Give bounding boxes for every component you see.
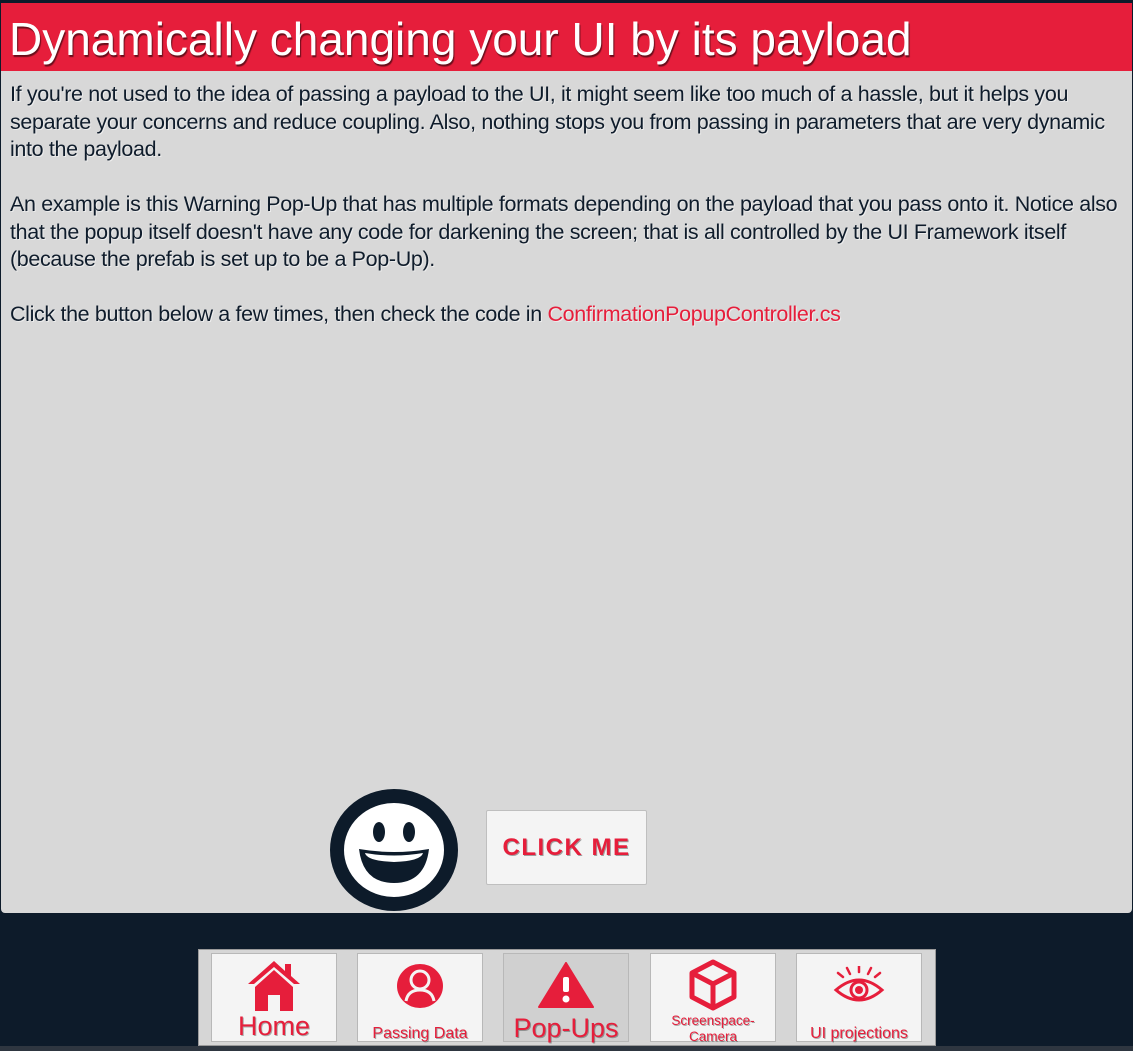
nav-screenspace-camera-label: Screenspace- Camera <box>651 1013 775 1045</box>
app-window: Dynamically changing your UI by its payl… <box>0 0 1133 1051</box>
paragraph-warning-popup-example: An example is this Warning Pop-Up that h… <box>10 192 1118 271</box>
nav-popups-button[interactable]: Pop-Ups <box>503 953 629 1043</box>
house-icon <box>248 961 300 1011</box>
click-instruction-text: Click the button below a few times, then… <box>10 302 548 326</box>
smiley-left-eye <box>373 822 385 842</box>
nav-popups-label: Pop-Ups <box>513 1013 619 1043</box>
bottom-navigation-bar: Home Passing Data Pop-Ups Screenspace- C… <box>198 949 936 1046</box>
smiley-right-eye <box>403 822 415 842</box>
bottom-edge-strip <box>0 1046 1133 1051</box>
nav-screenspace-label-line2: Camera <box>688 1029 737 1044</box>
warning-icon <box>538 962 594 1008</box>
nav-passing-data-label: Passing Data <box>372 1025 468 1042</box>
nav-screenspace-camera-button[interactable]: Screenspace- Camera <box>650 953 776 1045</box>
nav-home-label: Home <box>237 1011 311 1041</box>
nav-screenspace-label-line1: Screenspace- <box>671 1013 755 1028</box>
user-icon <box>397 964 443 1008</box>
paragraph-click-instruction: Click the button below a few times, then… <box>10 301 1123 329</box>
smiley-face-outline <box>330 789 458 911</box>
page-title: Dynamically changing your UI by its payl… <box>9 13 912 65</box>
nav-ui-projections-label: UI projections <box>810 1025 908 1042</box>
nav-home-button[interactable]: Home <box>211 953 337 1042</box>
paragraph-payload-intro: If you're not used to the idea of passin… <box>10 82 1105 161</box>
cube-icon <box>689 959 737 1011</box>
description-text: If you're not used to the idea of passin… <box>10 81 1123 356</box>
click-me-button[interactable]: CLICK ME <box>486 810 647 885</box>
nav-passing-data-button[interactable]: Passing Data <box>357 953 483 1042</box>
nav-ui-projections-button[interactable]: UI projections <box>796 953 922 1042</box>
popups-panel: Dynamically changing your UI by its payl… <box>1 3 1132 913</box>
smiley-face-icon <box>330 789 458 911</box>
code-file-link[interactable]: ConfirmationPopupController.cs <box>547 302 840 326</box>
eye-icon <box>833 966 885 1002</box>
title-bar: Dynamically changing your UI by its payl… <box>1 3 1132 71</box>
